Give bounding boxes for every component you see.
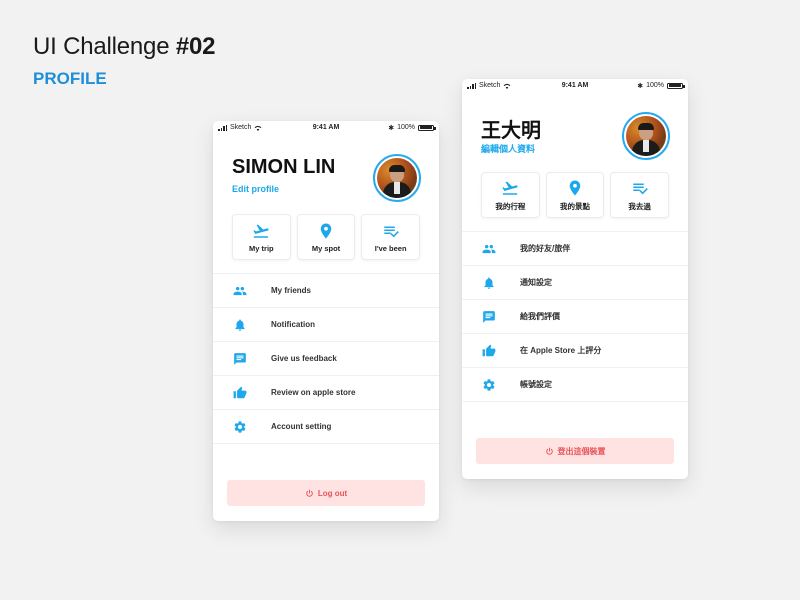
- ive-been-button[interactable]: I've been: [361, 214, 421, 260]
- avatar[interactable]: [373, 154, 421, 202]
- menu-item-label: Notification: [271, 320, 315, 329]
- settings-menu: 我的好友/旅伴 通知設定 給我們評價 在 Apple Store 上評分 帳號設…: [462, 231, 688, 402]
- battery-icon: [667, 82, 685, 89]
- wifi-icon: [504, 83, 511, 89]
- my-spot-button[interactable]: My spot: [296, 214, 356, 260]
- feedback-icon: [233, 352, 259, 366]
- signal-icon: [218, 124, 227, 131]
- menu-item-review[interactable]: 在 Apple Store 上評分: [462, 334, 688, 368]
- battery-percent: 100%: [397, 124, 415, 131]
- gear-icon: [482, 378, 508, 392]
- page-subtitle: PROFILE: [33, 69, 107, 88]
- page-title-text: UI Challenge: [33, 33, 176, 60]
- menu-item-label: 給我們評價: [520, 312, 560, 321]
- location-pin-icon: [566, 179, 584, 197]
- menu-item-account-setting[interactable]: Account setting: [213, 410, 439, 444]
- menu-item-label: 在 Apple Store 上評分: [520, 346, 602, 355]
- bell-icon: [233, 318, 259, 332]
- ive-been-label: I've been: [374, 243, 407, 253]
- edit-profile-link[interactable]: 編輯個人資料: [481, 142, 535, 155]
- flight-takeoff-icon: [252, 222, 270, 240]
- settings-menu: My friends Notification Give us feedback…: [213, 273, 439, 444]
- menu-item-account-setting[interactable]: 帳號設定: [462, 368, 688, 402]
- avatar-photo: [377, 158, 417, 198]
- my-spot-label: My spot: [311, 243, 341, 253]
- profile-name: SIMON LIN: [232, 156, 336, 178]
- my-trip-label: My trip: [249, 243, 274, 253]
- logout-label: 登出這個裝置: [557, 446, 606, 456]
- thumbs-up-icon: [482, 344, 508, 358]
- page-title-number: #02: [175, 33, 216, 60]
- menu-item-label: Give us feedback: [271, 354, 337, 363]
- feedback-icon: [482, 310, 508, 324]
- power-icon: [306, 489, 313, 497]
- menu-item-feedback[interactable]: 給我們評價: [462, 300, 688, 334]
- page-title: UI Challenge #02: [33, 33, 215, 61]
- logout-button[interactable]: Log out: [227, 480, 425, 506]
- profile-name: 王大明: [481, 120, 541, 142]
- menu-item-label: Account setting: [271, 422, 332, 431]
- carrier-label: Sketch: [479, 82, 501, 89]
- status-time: 9:41 AM: [561, 82, 589, 89]
- phone-screen-english: Sketch 9:41 AM ✱ 100% SIMON LIN Edit pro…: [213, 121, 439, 521]
- battery-percent: 100%: [646, 82, 664, 89]
- checklist-icon: [631, 179, 649, 197]
- status-time: 9:41 AM: [312, 124, 340, 131]
- menu-item-label: 通知設定: [520, 278, 552, 287]
- my-spot-label: 我的景點: [560, 201, 590, 211]
- carrier-label: Sketch: [230, 124, 252, 131]
- profile-header: SIMON LIN Edit profile: [213, 134, 439, 214]
- menu-item-label: Review on apple store: [271, 388, 356, 397]
- bluetooth-icon: ✱: [637, 82, 644, 90]
- status-bar: Sketch 9:41 AM ✱ 100%: [462, 79, 688, 92]
- thumbs-up-icon: [233, 386, 259, 400]
- status-bar: Sketch 9:41 AM ✱ 100%: [213, 121, 439, 134]
- logout-button[interactable]: 登出這個裝置: [476, 438, 674, 464]
- profile-header: 王大明 編輯個人資料: [462, 92, 688, 172]
- bluetooth-icon: ✱: [388, 124, 395, 132]
- menu-item-review[interactable]: Review on apple store: [213, 376, 439, 410]
- phone-screen-chinese: Sketch 9:41 AM ✱ 100% 王大明 編輯個人資料 我的行程 我的…: [462, 79, 688, 479]
- friends-icon: [233, 284, 259, 298]
- menu-item-label: 帳號設定: [520, 380, 552, 389]
- gear-icon: [233, 420, 259, 434]
- edit-profile-link[interactable]: Edit profile: [232, 184, 279, 194]
- friends-icon: [482, 242, 508, 256]
- menu-item-notification[interactable]: Notification: [213, 308, 439, 342]
- menu-item-friends[interactable]: 我的好友/旅伴: [462, 232, 688, 266]
- power-icon: [545, 447, 553, 455]
- quick-actions: My trip My spot I've been: [213, 214, 439, 260]
- location-pin-icon: [317, 222, 335, 240]
- my-spot-button[interactable]: 我的景點: [545, 172, 605, 218]
- ive-been-label: 我去過: [628, 201, 651, 211]
- avatar[interactable]: [622, 112, 670, 160]
- avatar-photo: [626, 116, 666, 156]
- my-trip-label: 我的行程: [495, 201, 526, 211]
- quick-actions: 我的行程 我的景點 我去過: [462, 172, 688, 218]
- my-trip-button[interactable]: 我的行程: [481, 172, 540, 218]
- bell-icon: [482, 276, 508, 290]
- logout-label: Log out: [317, 488, 348, 498]
- menu-item-notification[interactable]: 通知設定: [462, 266, 688, 300]
- menu-item-label: My friends: [271, 286, 312, 295]
- battery-icon: [418, 124, 436, 131]
- menu-item-feedback[interactable]: Give us feedback: [213, 342, 439, 376]
- my-trip-button[interactable]: My trip: [232, 214, 291, 260]
- menu-item-friends[interactable]: My friends: [213, 274, 439, 308]
- ive-been-button[interactable]: 我去過: [610, 172, 670, 218]
- signal-icon: [467, 82, 476, 89]
- menu-item-label: 我的好友/旅伴: [520, 244, 571, 253]
- checklist-icon: [382, 222, 400, 240]
- wifi-icon: [255, 125, 262, 131]
- flight-takeoff-icon: [501, 179, 519, 197]
